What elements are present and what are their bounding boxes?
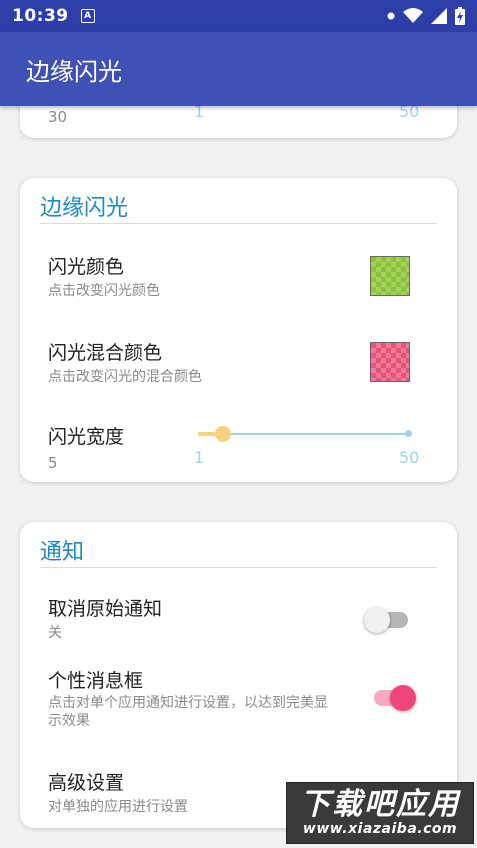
notification-icon: A (80, 9, 95, 23)
settings-dot-icon (387, 12, 395, 20)
flash-width-pref: 闪光宽度 5 1 50 (20, 408, 457, 478)
flash-width-min: 1 (194, 448, 205, 467)
cancel-original-title: 取消原始通知 (48, 598, 163, 620)
flash-color-swatch[interactable] (370, 256, 410, 296)
flash-width-max: 50 (399, 448, 420, 467)
watermark-logo: 下载吧应用 www.xiazaiba.com (286, 782, 474, 844)
flash-mix-color-summary: 点击改变闪光的混合颜色 (48, 369, 202, 385)
custom-box-toggle[interactable] (372, 684, 418, 712)
flash-card-title: 边缘闪光 (40, 196, 129, 221)
signal-icon (431, 8, 447, 24)
previous-slider-value: 30 (48, 108, 68, 126)
custom-box-pref[interactable]: 个性消息框 点击对单个应用通知进行设置，以达到完美显示效果 (20, 662, 457, 742)
cancel-original-pref[interactable]: 取消原始通知 关 (20, 584, 457, 642)
slider-end (405, 430, 412, 437)
status-time: 10:39 (12, 6, 69, 26)
flash-mix-color-title: 闪光混合颜色 (48, 342, 163, 364)
notify-card-title: 通知 (40, 540, 85, 565)
flash-width-title: 闪光宽度 (48, 426, 125, 448)
flash-card-divider (40, 223, 437, 224)
flash-mix-color-swatch[interactable] (370, 342, 410, 382)
flash-color-summary: 点击改变闪光颜色 (48, 283, 160, 299)
status-icons (387, 7, 465, 25)
flash-mix-color-pref[interactable]: 闪光混合颜色 点击改变闪光的混合颜色 (20, 324, 457, 390)
flash-width-slider[interactable] (198, 424, 412, 444)
flash-color-title: 闪光颜色 (48, 256, 125, 278)
cancel-original-toggle[interactable] (364, 606, 412, 634)
flash-color-pref[interactable]: 闪光颜色 点击改变闪光颜色 (20, 238, 457, 304)
watermark-main: 下载吧应用 (300, 787, 460, 822)
status-bar: 10:39 A (0, 0, 477, 32)
advanced-settings-title: 高级设置 (48, 772, 125, 794)
wifi-icon (403, 8, 423, 23)
battery-charging-icon (455, 7, 465, 25)
app-title: 边缘闪光 (26, 57, 122, 86)
notify-card-divider (40, 567, 437, 568)
watermark-url: www.xiazaiba.com (302, 821, 458, 837)
toggle-thumb (364, 607, 390, 633)
advanced-settings-summary: 对单独的应用进行设置 (48, 799, 188, 815)
custom-box-title: 个性消息框 (48, 670, 144, 692)
flash-width-value: 5 (48, 454, 58, 472)
slider-thumb[interactable] (215, 426, 232, 442)
app-bar: 边缘闪光 (0, 32, 477, 106)
cancel-original-summary: 关 (48, 625, 62, 641)
slider-filled (198, 432, 216, 436)
custom-box-summary: 点击对单个应用通知进行设置，以达到完美显示效果 (48, 695, 328, 729)
toggle-thumb (390, 685, 416, 711)
flash-card: 边缘闪光 闪光颜色 点击改变闪光颜色 闪光混合颜色 点击改变闪光的混合颜色 闪光… (20, 178, 457, 482)
